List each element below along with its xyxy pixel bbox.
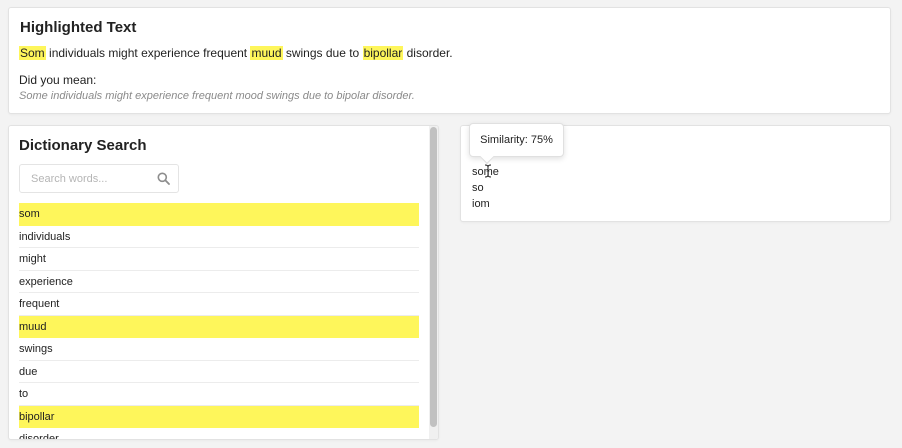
misspelled-word[interactable]: bipollar [362, 46, 404, 60]
search-input[interactable] [20, 165, 155, 192]
word-list-item[interactable]: frequent [19, 293, 419, 316]
scrollbar-track[interactable] [429, 126, 438, 439]
highlighted-text-title: Highlighted Text [20, 19, 137, 36]
word-list-item[interactable]: som [19, 203, 419, 226]
sentence-text: individuals might experience frequent [45, 46, 251, 60]
corrected-suggestion[interactable]: Some individuals might experience freque… [19, 90, 415, 102]
scrollbar-thumb[interactable] [430, 127, 437, 427]
word-list-item[interactable]: experience [19, 271, 419, 293]
word-list-item[interactable]: bipollar [19, 405, 419, 428]
misspelled-word[interactable]: muud [250, 46, 283, 60]
word-list-item[interactable]: disorder [19, 428, 419, 439]
search-icon[interactable] [157, 172, 170, 185]
text-cursor-icon [484, 164, 492, 178]
suggestion-item[interactable]: so [472, 180, 499, 196]
sentence-text: swings due to [282, 46, 363, 60]
word-list-item[interactable]: to [19, 383, 419, 406]
did-you-mean-label: Did you mean: [19, 73, 97, 87]
similarity-tooltip: Similarity: 75% [469, 123, 564, 165]
sentence-text: disorder. [403, 46, 453, 60]
suggestion-item[interactable]: iom [472, 196, 499, 212]
word-list-item[interactable]: swings [19, 338, 419, 361]
dictionary-search-title: Dictionary Search [19, 137, 147, 154]
word-list: som individuals might experience frequent muu… [19, 203, 419, 439]
word-list-item[interactable]: might [19, 248, 419, 271]
highlighted-text-card: Highlighted Text Som individuals might e… [8, 7, 891, 114]
highlighted-sentence: Som individuals might experience frequen… [19, 46, 453, 60]
dictionary-search-card: Dictionary Search somindividualsmightexp… [8, 125, 439, 440]
word-list-item[interactable]: individuals [19, 226, 419, 248]
misspelled-word[interactable]: Som [19, 46, 46, 60]
word-list-item[interactable]: due [19, 361, 419, 383]
search-box [19, 164, 179, 193]
tooltip-text: Similarity: 75% [480, 134, 553, 146]
word-list-item[interactable]: muud [19, 315, 419, 338]
